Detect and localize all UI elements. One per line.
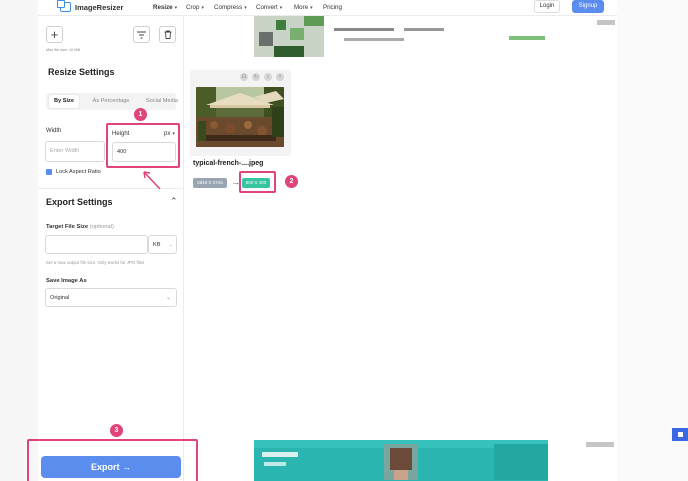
image-filename: typical-french-....jpeg [193,160,264,167]
save-as-label: Save Image As [46,278,87,284]
logo-icon[interactable] [57,0,71,12]
tab-social-media[interactable]: Social Media [142,95,182,108]
target-size-hint: Set a max output file size. Only works f… [46,260,145,265]
close-icon[interactable]: × [276,73,284,81]
chevron-down-icon: ▾ [244,5,247,11]
chat-widget-glyph [678,432,683,437]
left-margin [0,0,38,481]
sidebar: + Max file size: 10 MB Resize Settings B… [38,16,184,481]
chevron-down-icon: ▾ [174,5,178,11]
nav-convert[interactable]: Convert ▾ [256,4,282,11]
target-size-label: Target File Size [46,224,89,230]
plus-icon: + [50,27,59,42]
export-settings-title: Export Settings [46,197,113,207]
nav-crop[interactable]: Crop ▾ [186,4,204,11]
info-icon[interactable]: i [264,73,272,81]
resize-settings-title: Resize Settings [48,67,115,77]
tab-by-size[interactable]: By Size [49,95,79,108]
resize-mode-tabs: By Size As Percentage Social Media [46,93,178,110]
nav-pricing[interactable]: Pricing [323,4,342,11]
max-file-size: Max file size: 10 MB [46,48,80,52]
target-size-input[interactable] [45,235,148,254]
step-badge-1: 1 [134,108,147,121]
highlight-box-3 [27,439,198,481]
chevron-down-icon: ⌄ [166,295,172,301]
right-margin [617,0,688,481]
check-icon [46,177,52,181]
filter-icon [137,31,146,38]
nav-resize[interactable]: Resize ▾ [153,4,177,11]
trash-icon [164,30,171,39]
highlight-box-1 [106,123,180,168]
filter-button[interactable] [133,26,150,43]
lock-aspect-label[interactable]: Lock Aspect Ratio [56,169,101,175]
image-card[interactable]: ⊡ ↻ i × [190,70,291,156]
original-dimensions-badge: 5616 X 3744 [193,178,227,188]
rotate-icon[interactable]: ↻ [252,73,260,81]
target-unit-select[interactable]: KB ⌄ [148,235,177,254]
step-badge-2: 2 [285,175,298,188]
bottom-ad-banner[interactable] [254,440,548,481]
crop-icon[interactable]: ⊡ [240,73,248,81]
chevron-up-icon[interactable]: ⌃ [170,196,178,207]
ad-choices-icon[interactable] [586,442,614,447]
lock-aspect-checkbox[interactable] [46,169,52,181]
width-input[interactable]: Enter Width [45,141,105,162]
pointer-arrow-icon [143,171,161,190]
step-badge-3: 3 [110,424,123,437]
width-label: Width [46,128,62,134]
brand-name[interactable]: ImageResizer [75,3,123,12]
add-image-button[interactable]: + [46,26,63,43]
app-window: ImageResizer Resize ▾ Crop ▾ Compress ▾ Con… [0,0,688,481]
chevron-down-icon: ▾ [310,5,313,11]
chevron-down-icon: ▾ [201,5,204,11]
chevron-down-icon: ⌄ [168,242,173,248]
top-navbar: ImageResizer Resize ▾ Crop ▾ Compress ▾ Con… [38,0,617,16]
login-button[interactable]: Login [534,0,560,13]
highlight-box-2 [239,171,276,193]
delete-button[interactable] [159,26,176,43]
nav-compress[interactable]: Compress ▾ [214,4,247,11]
top-ad-banner[interactable] [254,16,550,57]
image-thumbnail [196,87,284,147]
chevron-down-icon: ▾ [279,5,283,11]
tab-as-percentage[interactable]: As Percentage [86,95,136,108]
save-as-select[interactable]: Original ⌄ [45,288,177,307]
ad-choices-icon[interactable] [597,20,615,25]
optional-label: (optional) [89,224,114,230]
signup-button[interactable]: Signup [572,0,604,13]
nav-more[interactable]: More ▾ [294,4,313,11]
